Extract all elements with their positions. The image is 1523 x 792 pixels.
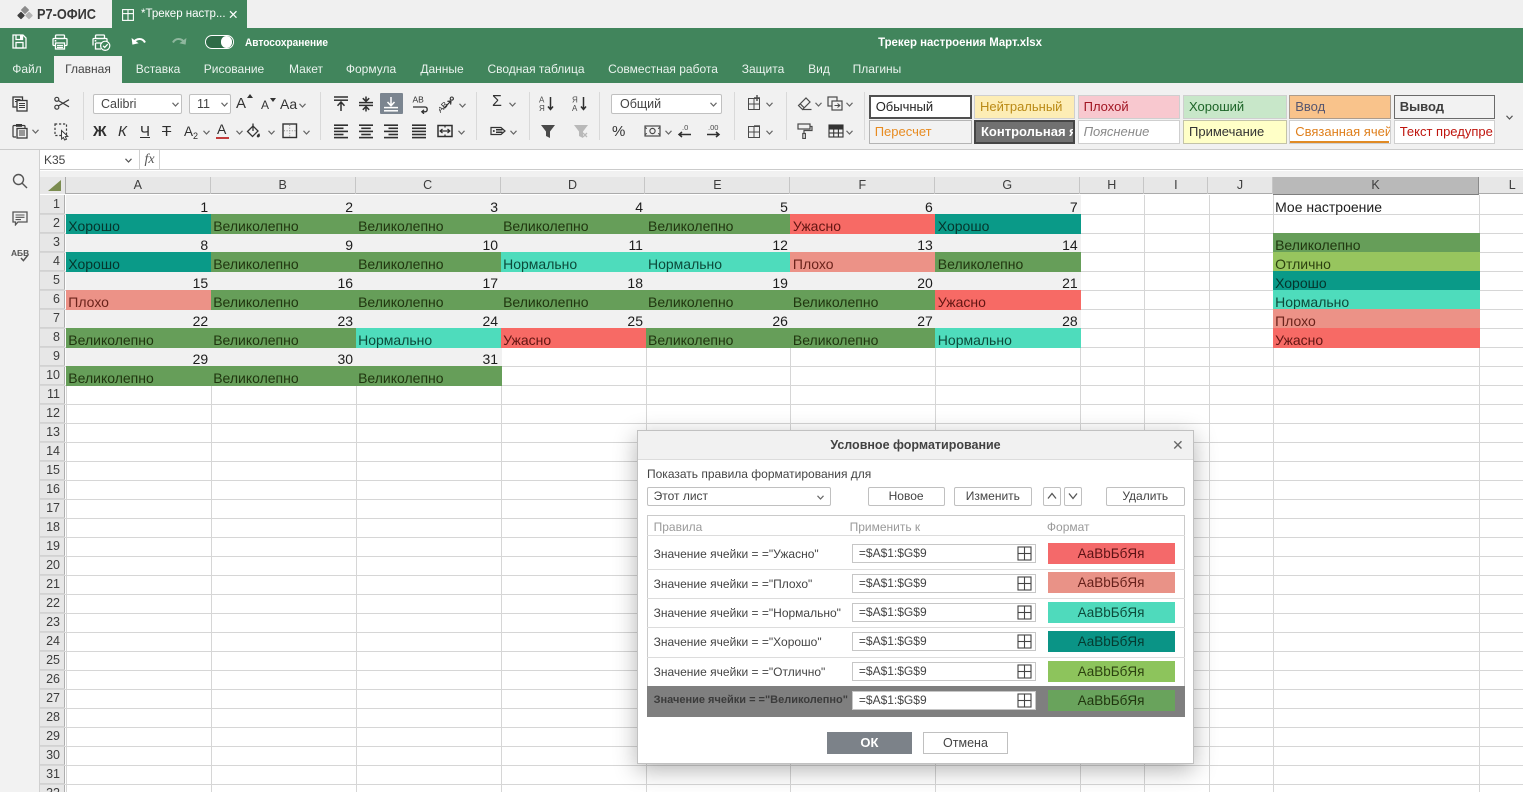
svg-text:AB: AB <box>413 95 425 105</box>
svg-text:.0: .0 <box>682 123 688 132</box>
svg-text:.00: .00 <box>708 123 718 132</box>
svg-text:Я: Я <box>539 104 545 112</box>
svg-text:А: А <box>572 104 578 112</box>
